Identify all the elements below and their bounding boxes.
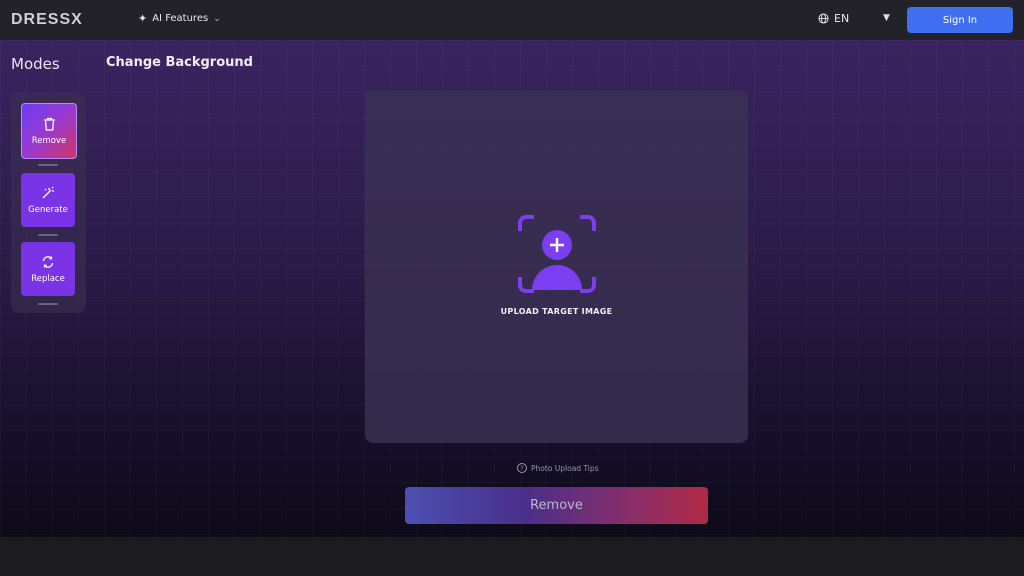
mode-label: Generate: [28, 204, 68, 215]
upload-person-icon: [518, 215, 596, 293]
mode-remove-button[interactable]: Remove: [21, 103, 77, 159]
footer-strip: [0, 537, 1024, 576]
modes-heading: Modes: [11, 55, 60, 73]
divider: [38, 303, 58, 305]
chevron-down-icon: ⌄: [213, 13, 221, 24]
tips-label: Photo Upload Tips: [531, 463, 599, 473]
mode-label: Remove: [31, 135, 67, 146]
sparkle-icon: ✦: [138, 12, 148, 25]
photo-upload-tips-link[interactable]: ? Photo Upload Tips: [517, 463, 599, 473]
upload-target-image-label: UPLOAD TARGET IMAGE: [500, 307, 613, 316]
refresh-icon: [42, 255, 54, 268]
question-icon: ?: [517, 463, 527, 473]
upload-dropzone[interactable]: UPLOAD TARGET IMAGE: [365, 90, 748, 443]
dressx-logo[interactable]: DRESSX: [11, 11, 83, 29]
top-navigation-bar: DRESSX ✦ AI Features ⌄ EN ▼ Sign In: [0, 0, 1024, 40]
language-label: EN: [834, 12, 850, 25]
chevron-down-icon[interactable]: ▼: [883, 13, 890, 23]
globe-icon: [818, 13, 829, 24]
sign-in-button[interactable]: Sign In: [907, 7, 1013, 33]
mode-replace-button[interactable]: Replace: [21, 242, 75, 296]
mode-label: Replace: [31, 273, 65, 284]
modes-panel: Remove Generate Replace: [11, 93, 86, 313]
magic-wand-icon: [42, 186, 54, 198]
divider: [38, 234, 58, 236]
divider: [38, 164, 58, 166]
ai-features-label: AI Features: [152, 13, 209, 24]
page-title: Change Background: [106, 55, 253, 70]
mode-generate-button[interactable]: Generate: [21, 173, 75, 227]
language-selector[interactable]: EN: [818, 12, 849, 25]
ai-features-menu[interactable]: ✦ AI Features ⌄: [138, 12, 221, 25]
trash-icon: [43, 117, 55, 131]
remove-action-button[interactable]: Remove: [405, 487, 708, 524]
